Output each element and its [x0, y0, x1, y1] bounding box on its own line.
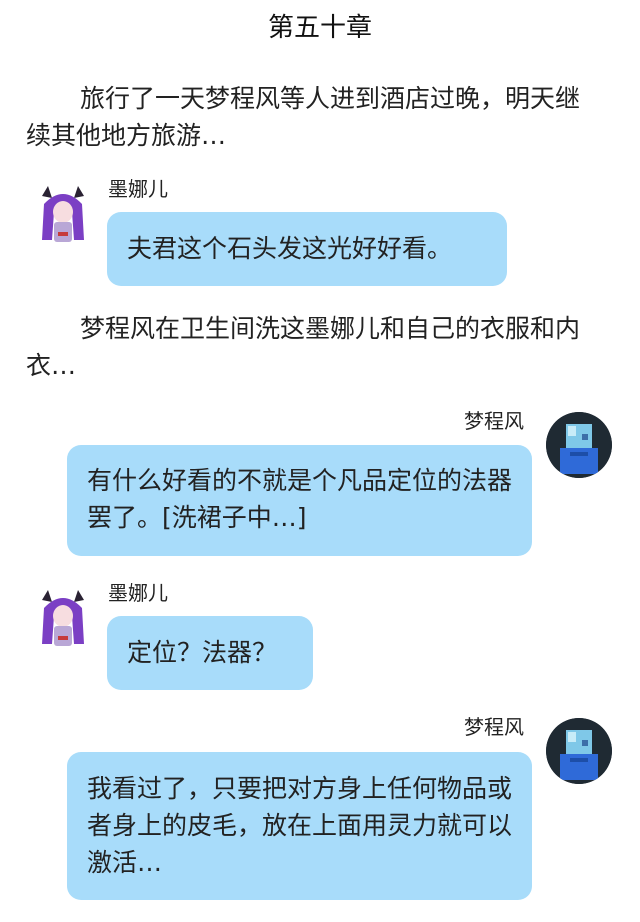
avatar — [546, 718, 612, 784]
avatar — [30, 182, 96, 248]
chapter-title: 第五十章 — [267, 13, 372, 43]
message-bubble: 定位？法器？ — [107, 616, 313, 690]
message-bubble: 夫君这个石头发这光好好看。 — [107, 212, 507, 286]
speaker-name: 梦程风 — [464, 715, 524, 739]
blocky-blue-character-avatar — [546, 412, 612, 478]
avatar — [546, 412, 612, 478]
purple-haired-girl-avatar — [30, 182, 96, 248]
speaker-name: 梦程风 — [464, 409, 524, 433]
narration-paragraph: 梦程风在卫生间洗这墨娜儿和自己的衣服和内衣… — [26, 314, 581, 380]
purple-haired-girl-avatar — [30, 586, 96, 652]
narration-paragraph: 旅行了一天梦程风等人进到酒店过晚，明天继续其他地方旅游… — [26, 84, 581, 150]
speaker-name: 墨娜儿 — [108, 177, 168, 201]
message-bubble: 我看过了，只要把对方身上任何物品或者身上的皮毛，放在上面用灵力就可以激活… — [67, 752, 532, 900]
speaker-name: 墨娜儿 — [108, 581, 168, 605]
message-bubble: 有什么好看的不就是个凡品定位的法器罢了。[洗裙子中…] — [67, 445, 532, 556]
blocky-blue-character-avatar — [546, 718, 612, 784]
avatar — [30, 586, 96, 652]
